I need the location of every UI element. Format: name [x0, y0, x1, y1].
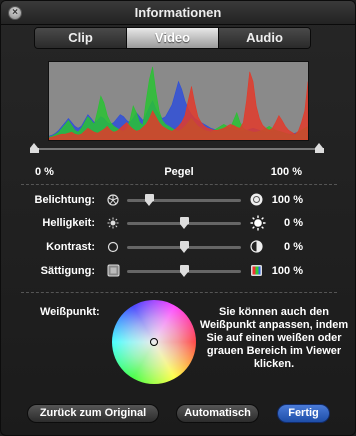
saturation-low-icon: [107, 264, 120, 277]
white-point-label: Weißpunkt:: [40, 306, 100, 318]
saturation-label: Sättigung:: [40, 265, 95, 277]
histogram-chart: [49, 66, 308, 140]
exposure-value: 100 %: [271, 194, 303, 206]
divider: [21, 184, 337, 185]
white-point-marker[interactable]: [150, 338, 158, 346]
sun-small-icon: [107, 217, 119, 229]
saturation-slider-thumb[interactable]: [179, 265, 189, 277]
exposure-slider-thumb[interactable]: [145, 194, 155, 206]
white-point-help-text: Sie können auch den Weißpunkt anpassen, …: [199, 306, 349, 370]
exposure-label: Belichtung:: [34, 194, 96, 206]
auto-button[interactable]: Automatisch: [176, 404, 259, 423]
white-point-color-wheel[interactable]: [112, 300, 196, 384]
brightness-slider-thumb[interactable]: [179, 217, 189, 229]
contrast-low-icon: [107, 241, 119, 253]
saturation-high-icon: [251, 265, 262, 276]
tab-audio[interactable]: Audio: [219, 28, 310, 48]
tab-clip[interactable]: Clip: [35, 28, 127, 48]
contrast-label: Kontrast:: [46, 241, 95, 253]
contrast-slider-thumb[interactable]: [179, 241, 189, 253]
contrast-high-icon: [250, 240, 263, 253]
contrast-value: 0 %: [284, 241, 303, 253]
title-bar: × Informationen: [1, 1, 355, 25]
aperture-small-icon: [107, 194, 119, 206]
levels-title: Pegel: [164, 166, 194, 178]
window-title: Informationen: [134, 5, 222, 20]
brightness-value: 0 %: [284, 217, 303, 229]
tab-bar: Clip Video Audio: [34, 27, 311, 49]
levels-low-handle[interactable]: [30, 143, 39, 153]
histogram: [48, 61, 309, 141]
aperture-large-icon: [250, 193, 263, 206]
exposure-slider-track: [127, 199, 241, 202]
sun-large-icon: [250, 215, 266, 231]
levels-track: [34, 148, 322, 150]
levels-high-label: 100 %: [270, 166, 302, 178]
brightness-label: Helligkeit:: [42, 217, 95, 229]
tab-video[interactable]: Video: [127, 28, 219, 48]
levels-high-handle[interactable]: [315, 143, 324, 153]
divider: [21, 292, 337, 293]
saturation-value: 100 %: [271, 265, 303, 277]
reset-button[interactable]: Zurück zum Original: [27, 404, 159, 423]
done-button[interactable]: Fertig: [277, 404, 330, 423]
info-window: × Informationen Clip Video Audio 0 % Peg…: [0, 0, 356, 436]
